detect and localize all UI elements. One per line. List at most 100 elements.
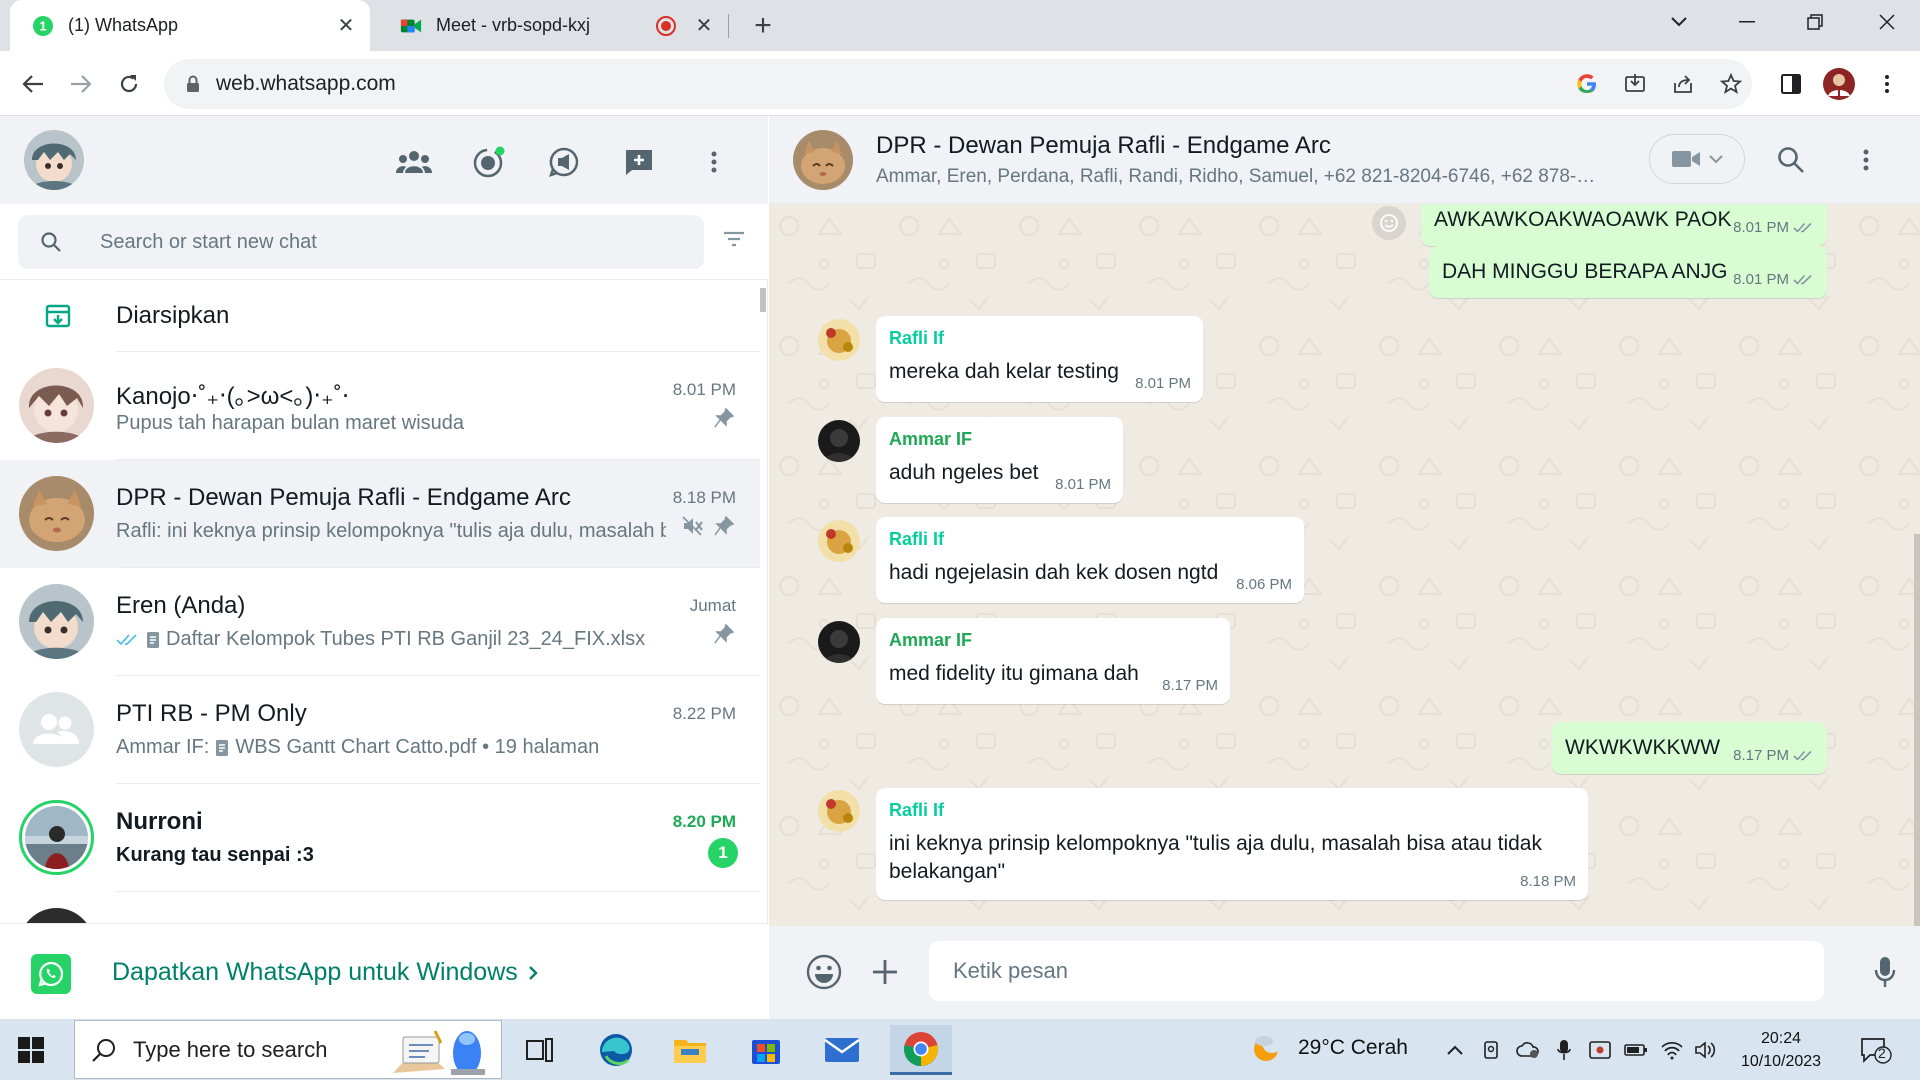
tab-meet[interactable]: Meet - vrb-sopd-kxj ✕ (378, 0, 728, 51)
onedrive-cloud-icon[interactable] (1516, 1038, 1540, 1062)
task-view-icon[interactable] (514, 1025, 566, 1075)
conversation-header[interactable]: DPR - Dewan Pemuja Rafli - Endgame Arc A… (769, 116, 1920, 204)
message-area[interactable]: AWKAWKOAKWAOAWK PAOK 8.01 PM DAH MINGGU … (769, 204, 1920, 926)
close-tab-icon[interactable]: ✕ (334, 14, 358, 38)
message-bubble-in[interactable]: Ammar IF med fidelity itu gimana dah 8.1… (876, 618, 1230, 704)
chat-list-scrollbar[interactable] (760, 280, 768, 923)
chat-time: 8.22 PM (672, 704, 736, 723)
message-bubble-in[interactable]: Ammar IF aduh ngeles bet 8.01 PM (876, 417, 1123, 503)
new-tab-button[interactable]: + (748, 9, 778, 42)
microphone-tray-icon[interactable] (1552, 1038, 1576, 1062)
address-bar[interactable]: web.whatsapp.com (164, 59, 1752, 109)
microsoft-store-icon[interactable] (740, 1025, 792, 1075)
reload-button[interactable] (112, 67, 146, 101)
emoji-reaction-icon[interactable] (1372, 206, 1406, 240)
message-bubble-in[interactable]: Rafli If ini keknya prinsip kelompoknya … (876, 788, 1588, 900)
bookmark-star-icon[interactable] (1714, 67, 1748, 101)
windows-start-icon[interactable] (18, 1037, 44, 1063)
document-icon (215, 739, 229, 757)
lock-icon[interactable] (186, 75, 200, 93)
chat-item-kanojo[interactable]: Kanojo⋅˚₊‧(｡>ω<｡)‧₊˚⋅ 8.01 PM Pupus tah … (0, 352, 760, 460)
menu-icon[interactable] (694, 142, 734, 182)
message-time: 8.01 PM (1733, 271, 1815, 288)
attach-plus-icon[interactable] (865, 952, 905, 992)
message-bubble-out[interactable]: WKWKWKKWW 8.17 PM (1552, 722, 1827, 774)
new-chat-icon[interactable] (619, 142, 659, 182)
group-avatar[interactable] (793, 130, 853, 190)
message-sender[interactable]: Ammar IF (889, 630, 972, 651)
scrollbar-thumb[interactable] (760, 288, 766, 312)
close-tab-icon[interactable]: ✕ (692, 14, 716, 38)
mail-icon[interactable] (816, 1025, 868, 1075)
windows-taskbar: Type here to search 29°C Cerah 20:24 10/… (0, 1019, 1920, 1080)
recording-icon (656, 15, 676, 36)
message-sender[interactable]: Rafli If (889, 800, 944, 821)
chrome-menu-icon[interactable] (1870, 67, 1904, 101)
chrome-taskbar-icon[interactable] (890, 1025, 952, 1075)
tab-search-chevron-icon[interactable] (1646, 0, 1712, 44)
communities-icon[interactable] (394, 142, 434, 182)
notification-center-icon[interactable]: 2 (1858, 1035, 1894, 1065)
screen-capture-icon[interactable] (1588, 1038, 1612, 1062)
battery-icon[interactable] (1624, 1038, 1648, 1062)
message-bubble-in[interactable]: Rafli If hadi ngejelasin dah kek dosen n… (876, 517, 1304, 603)
chat-item-dpr[interactable]: DPR - Dewan Pemuja Rafli - Endgame Arc 8… (0, 460, 760, 568)
my-avatar[interactable] (24, 130, 84, 190)
pin-icon (714, 516, 734, 536)
message-sender[interactable]: Rafli If (889, 529, 944, 550)
download-promo[interactable]: Dapatkan WhatsApp untuk Windows (0, 923, 768, 1019)
weather-widget[interactable]: 29°C Cerah (1250, 1033, 1408, 1063)
close-window-button[interactable] (1854, 0, 1920, 44)
taskbar-search[interactable]: Type here to search (74, 1020, 502, 1079)
forward-button[interactable] (64, 67, 98, 101)
video-call-button[interactable] (1649, 134, 1745, 184)
tab-whatsapp[interactable]: 1 (1) WhatsApp ✕ (10, 0, 370, 51)
side-panel-icon[interactable] (1774, 67, 1808, 101)
channels-icon[interactable] (544, 142, 584, 182)
sender-avatar-rafli[interactable] (818, 319, 860, 361)
chevron-up-icon[interactable] (1443, 1038, 1467, 1062)
promo-link[interactable]: Dapatkan WhatsApp untuk Windows (112, 958, 538, 987)
scrollbar-thumb[interactable] (1914, 534, 1920, 926)
profile-avatar[interactable] (1822, 67, 1856, 101)
status-icon[interactable] (469, 142, 509, 182)
emoji-icon[interactable] (804, 952, 844, 992)
search-messages-icon[interactable] (1771, 140, 1811, 180)
conversation-menu-icon[interactable] (1846, 140, 1886, 180)
back-button[interactable] (16, 67, 50, 101)
message-bubble-out[interactable]: DAH MINGGU BERAPA ANJG 8.01 PM (1429, 246, 1827, 298)
message-time: 8.01 PM (1055, 476, 1111, 493)
archived-row[interactable]: Diarsipkan (0, 280, 760, 352)
install-app-icon[interactable] (1618, 67, 1652, 101)
edge-icon[interactable] (590, 1025, 642, 1075)
microphone-icon[interactable] (1865, 952, 1905, 992)
search-highlight-illustration-icon (389, 1023, 497, 1077)
message-bubble-in[interactable]: Rafli If mereka dah kelar testing 8.01 P… (876, 316, 1203, 402)
message-scrollbar[interactable] (1912, 204, 1920, 926)
file-explorer-icon[interactable] (664, 1025, 716, 1075)
meet-now-icon[interactable] (1480, 1038, 1504, 1062)
message-sender[interactable]: Rafli If (889, 328, 944, 349)
taskbar-clock[interactable]: 20:24 10/10/2023 (1734, 1027, 1828, 1073)
filter-icon[interactable] (722, 228, 746, 250)
wifi-icon[interactable] (1660, 1038, 1684, 1062)
sender-avatar-ammar[interactable] (818, 621, 860, 663)
volume-icon[interactable] (1694, 1038, 1718, 1062)
chat-name: PTI RB - PM Only (116, 700, 307, 727)
sender-avatar-ammar[interactable] (818, 420, 860, 462)
message-bubble-out[interactable]: AWKAWKOAKWAOAWK PAOK 8.01 PM (1421, 204, 1827, 246)
sender-avatar-rafli[interactable] (818, 520, 860, 562)
search-input[interactable]: Search or start new chat (18, 215, 704, 269)
minimize-button[interactable] (1714, 0, 1780, 44)
chat-item-nurroni[interactable]: Nurroni 8.20 PM Kurang tau senpai :3 1 (0, 784, 760, 892)
google-icon[interactable] (1570, 67, 1604, 101)
chat-item-pti-rb[interactable]: PTI RB - PM Only 8.22 PM Ammar IF: WBS G… (0, 676, 760, 784)
chat-item-eren[interactable]: Eren (Anda) Jumat Daftar Kelompok Tubes … (0, 568, 760, 676)
restore-button[interactable] (1782, 0, 1848, 44)
message-sender[interactable]: Ammar IF (889, 429, 972, 450)
chat-item-partial[interactable] (0, 892, 760, 923)
chat-preview-row: Ammar IF: WBS Gantt Chart Catto.pdf • 19… (116, 736, 676, 759)
message-input[interactable]: Ketik pesan (929, 941, 1824, 1001)
share-icon[interactable] (1666, 67, 1700, 101)
sender-avatar-rafli[interactable] (818, 790, 860, 832)
